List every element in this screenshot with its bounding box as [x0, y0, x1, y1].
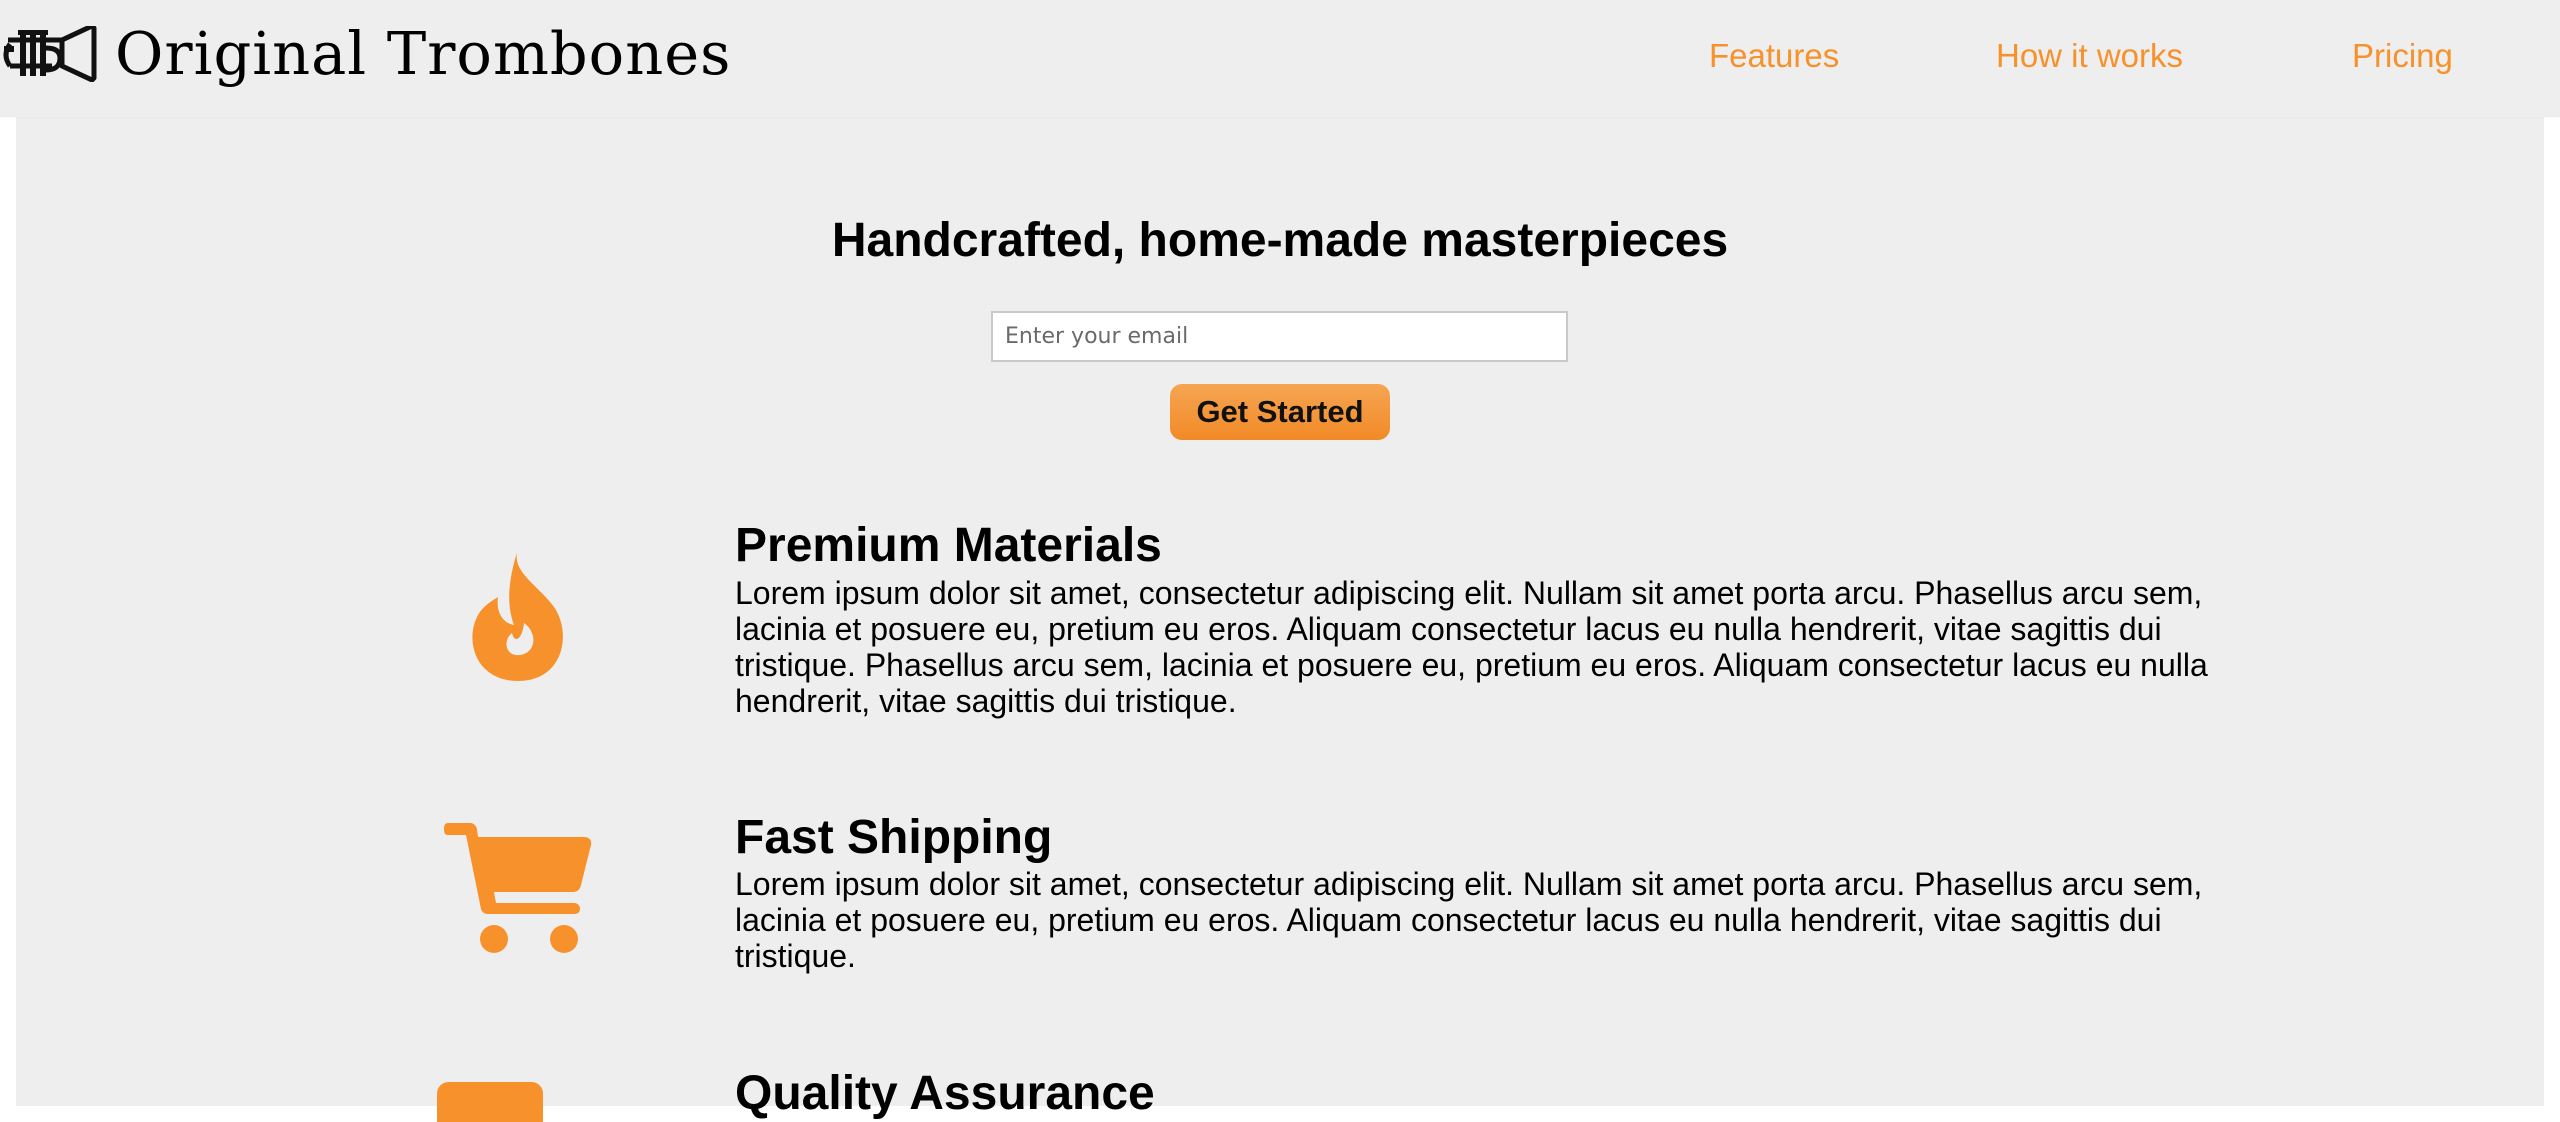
email-input[interactable]: [991, 311, 1568, 362]
site-header: Original Trombones Features How it works…: [0, 0, 2560, 117]
nav-how-it-works-link[interactable]: How it works: [1996, 36, 2183, 76]
nav-features-link[interactable]: Features: [1709, 36, 1839, 76]
hero-title: Handcrafted, home-made masterpieces: [831, 214, 1729, 267]
feature-description: Lorem ipsum dolor sit amet, consectetur …: [735, 866, 2203, 974]
feature-title: Fast Shipping: [735, 811, 1053, 864]
nav-pricing-link[interactable]: Pricing: [2352, 36, 2453, 76]
trumpet-icon: [3, 26, 97, 82]
get-started-button[interactable]: Get Started: [1170, 384, 1390, 440]
feature-title: Quality Assurance: [735, 1067, 1155, 1120]
feature-description: Lorem ipsum dolor sit amet, consectetur …: [735, 575, 2208, 719]
shield-icon: [437, 1082, 543, 1122]
feature-title: Premium Materials: [735, 519, 1162, 572]
brand-title: Original Trombones: [115, 19, 732, 88]
fire-icon: [472, 549, 563, 681]
shopping-cart-icon: [444, 823, 592, 953]
